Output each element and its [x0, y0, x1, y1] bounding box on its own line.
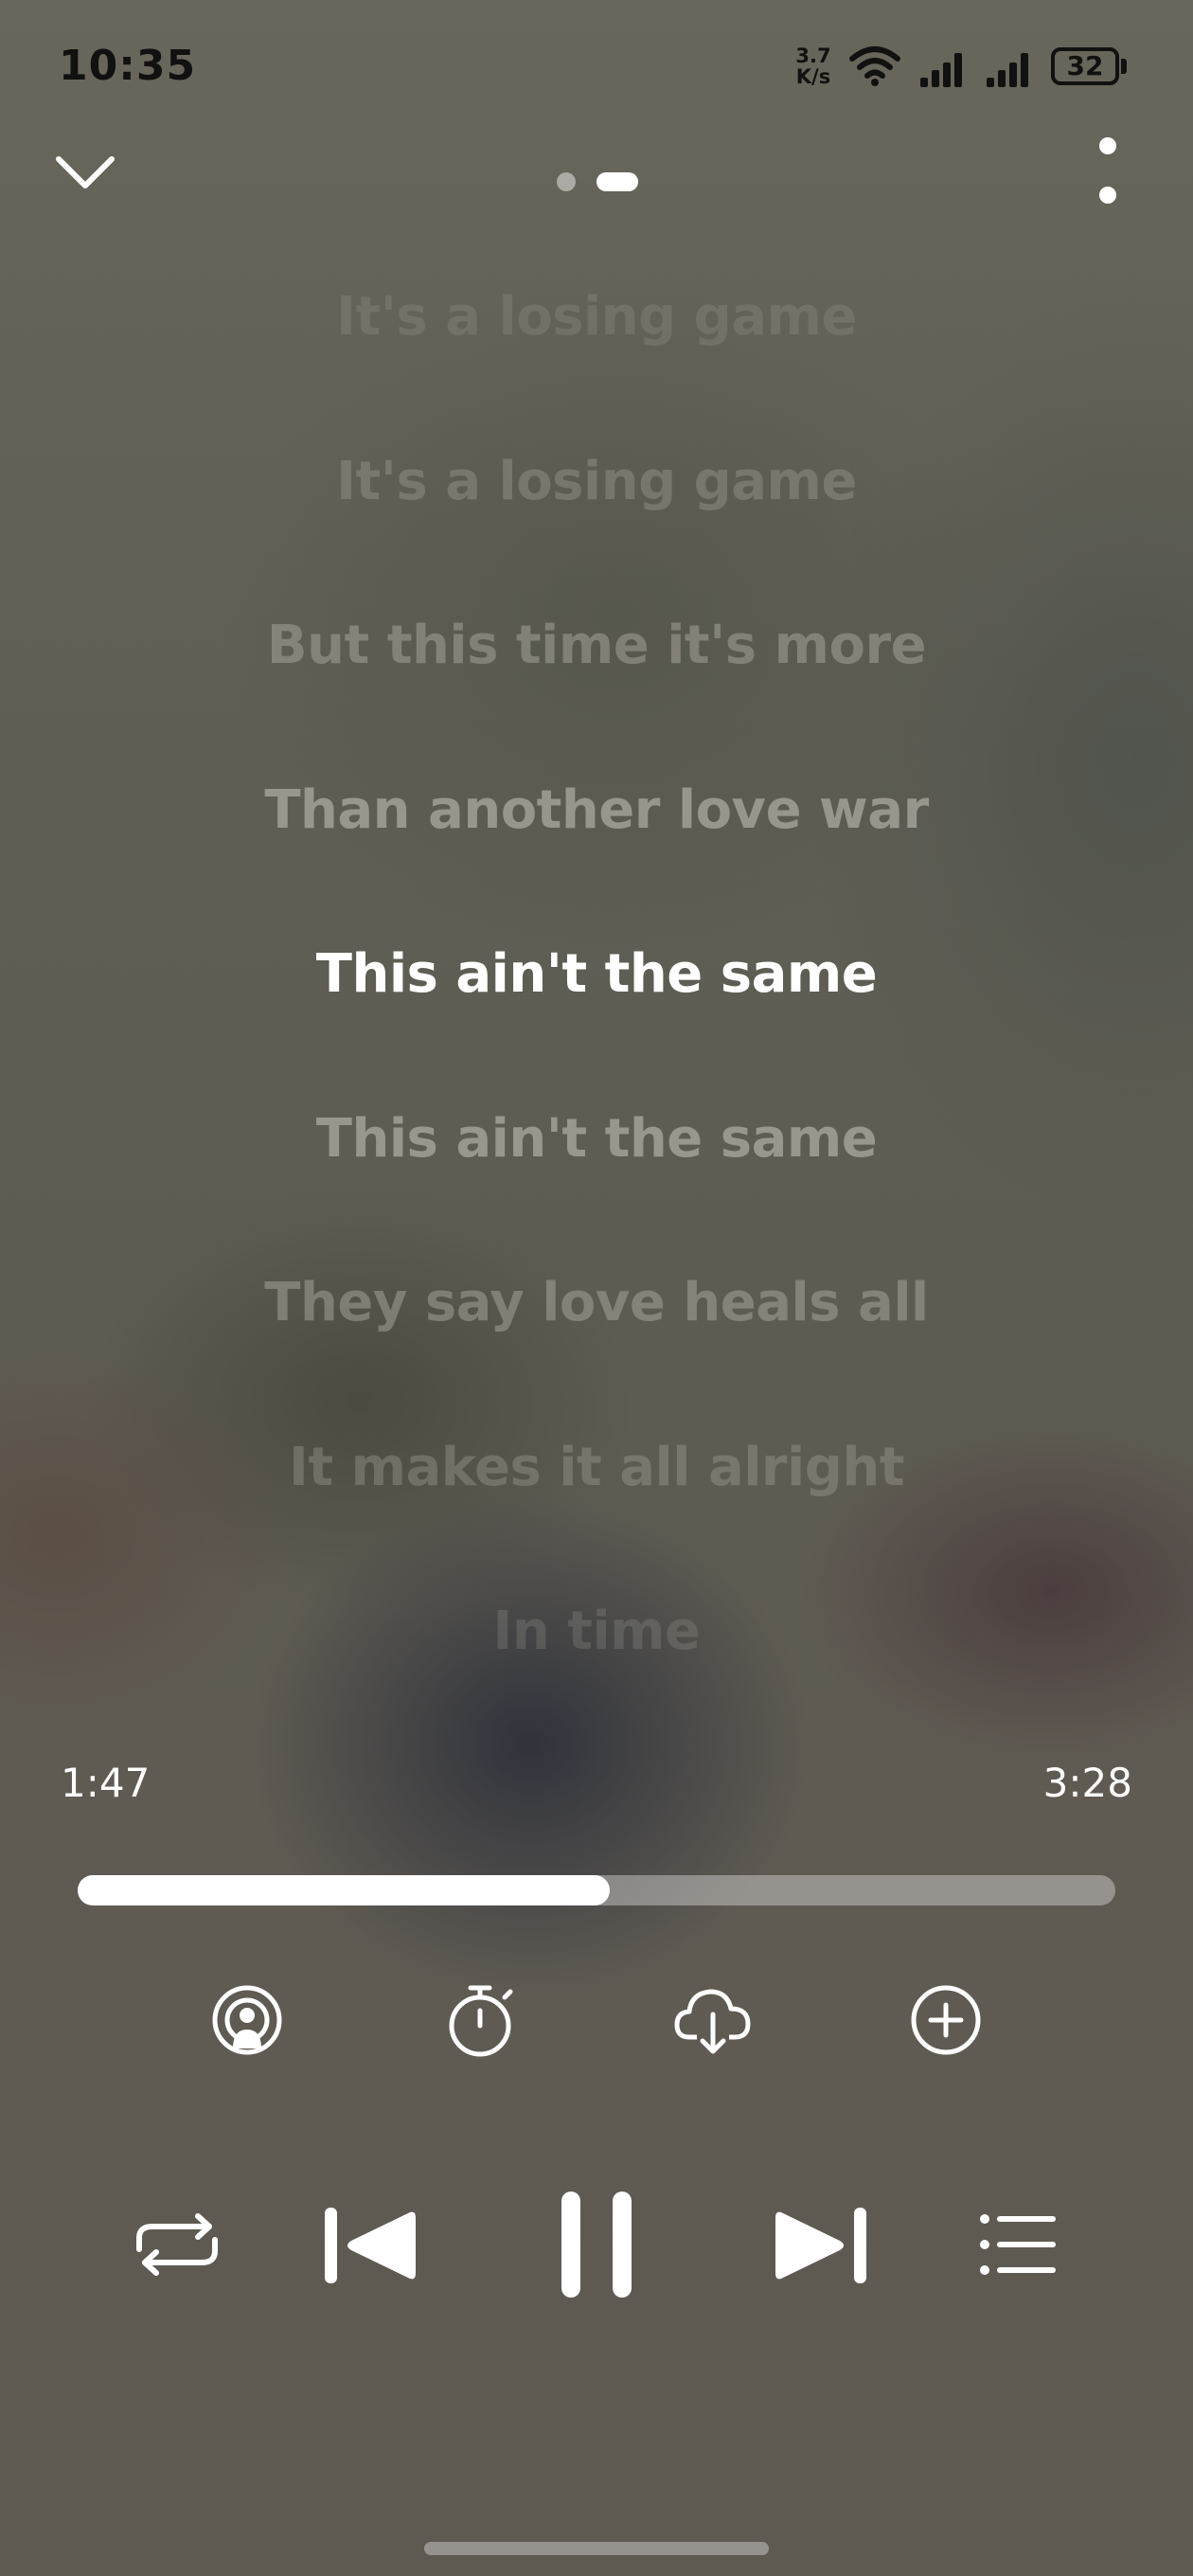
lyric-line[interactable]: It's a losing game — [0, 449, 1193, 515]
battery-icon: 32 — [1051, 47, 1119, 85]
broadcast-button[interactable] — [195, 1976, 299, 2065]
repeat-button[interactable] — [125, 2197, 229, 2292]
add-circle-icon — [911, 1985, 981, 2055]
download-button[interactable] — [661, 1976, 765, 2065]
home-indicator[interactable] — [424, 2542, 769, 2555]
seek-bar[interactable] — [78, 1875, 1115, 1905]
lyric-line-active[interactable]: This ain't the same — [0, 941, 1193, 1008]
status-time: 10:35 — [59, 42, 197, 90]
lyric-line[interactable]: This ain't the same — [0, 1106, 1193, 1172]
signal-icon — [987, 53, 1028, 87]
playlist-button[interactable] — [966, 2197, 1070, 2292]
add-to-playlist-button[interactable] — [894, 1976, 998, 2065]
lyric-line[interactable]: Than another love war — [0, 778, 1193, 844]
total-duration: 3:28 — [1042, 1760, 1132, 1806]
status-bar: 10:35 3.7 K/s 32 — [0, 0, 1193, 133]
pause-button[interactable] — [542, 2178, 651, 2311]
lyric-line[interactable]: They say love heals all — [0, 1270, 1193, 1336]
lyric-line[interactable]: It makes it all alright — [0, 1435, 1193, 1501]
sleep-timer-button[interactable] — [430, 1976, 534, 2065]
page-dot-active[interactable] — [596, 172, 638, 191]
battery-tip — [1121, 59, 1127, 74]
wifi-icon — [849, 46, 900, 86]
broadcast-icon — [212, 1985, 282, 2055]
next-icon — [775, 2208, 866, 2283]
pause-icon — [561, 2191, 632, 2298]
signal-icon — [920, 53, 962, 87]
previous-button[interactable] — [312, 2193, 426, 2298]
cloud-download-icon — [674, 1989, 751, 2054]
elapsed-time: 1:47 — [61, 1760, 151, 1806]
network-speed: 3.7 K/s — [792, 45, 835, 87]
page-dot[interactable] — [557, 172, 576, 191]
network-speed-unit: K/s — [795, 65, 831, 88]
more-vertical-icon[interactable] — [1089, 129, 1127, 210]
previous-icon — [325, 2208, 416, 2283]
repeat-icon — [136, 2213, 218, 2276]
sleep-timer-icon — [449, 1985, 513, 2057]
playlist-icon — [980, 2214, 1056, 2275]
lyric-line[interactable]: It's a losing game — [0, 284, 1193, 350]
chevron-down-icon[interactable] — [53, 152, 117, 193]
network-speed-value: 3.7 — [795, 45, 831, 67]
lyric-line[interactable]: But this time it's more — [0, 613, 1193, 679]
seek-bar-progress — [78, 1875, 610, 1905]
next-button[interactable] — [765, 2193, 879, 2298]
lyric-line[interactable]: In time — [0, 1599, 1193, 1665]
